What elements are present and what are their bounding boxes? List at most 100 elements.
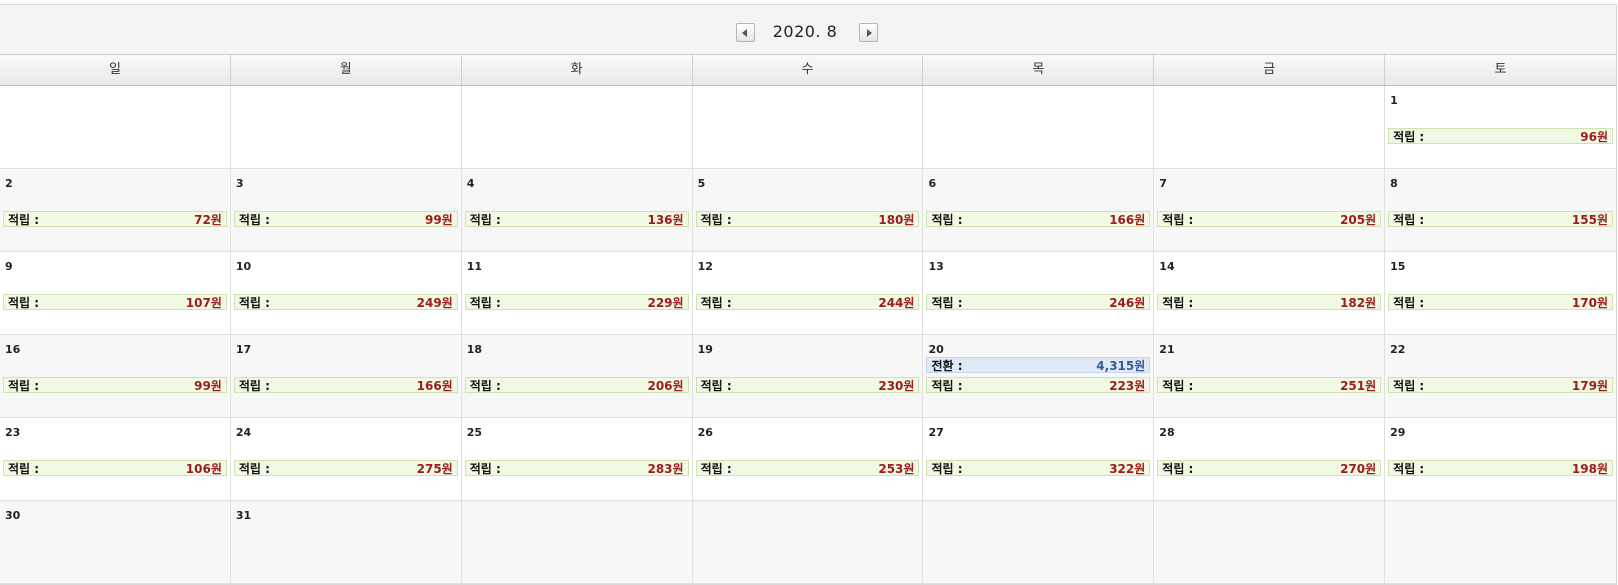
day-cell[interactable]: 8 적립 : 155원 xyxy=(1385,169,1616,251)
weekday-wed: 수 xyxy=(693,55,924,85)
accumulate-entry: 적립 : 275원 xyxy=(233,460,458,476)
month-title: 2020. 8 xyxy=(772,22,838,41)
accumulate-amount: 244원 xyxy=(878,296,915,310)
day-cell[interactable]: 7 적립 : 205원 xyxy=(1154,169,1386,251)
accumulate-label: 적립 : xyxy=(1393,379,1425,393)
accumulate-entry: 적립 : 253원 xyxy=(695,460,920,476)
day-number: 4 xyxy=(466,177,475,190)
accumulate-amount: 253원 xyxy=(878,462,915,476)
day-cell[interactable]: 14 적립 : 182원 xyxy=(1154,252,1386,334)
day-number: 6 xyxy=(928,177,937,190)
day-number: 5 xyxy=(697,177,706,190)
accumulate-amount: 251원 xyxy=(1340,379,1377,393)
accumulate-amount: 283원 xyxy=(647,462,684,476)
day-cell[interactable]: 24 적립 : 275원 xyxy=(231,418,462,500)
day-cell[interactable]: 10 적립 : 249원 xyxy=(231,252,462,334)
day-cell[interactable] xyxy=(0,86,231,168)
accumulate-entry: 적립 : 136원 xyxy=(464,211,689,227)
day-cell[interactable]: 11 적립 : 229원 xyxy=(462,252,693,334)
accumulate-entry: 적립 : 251원 xyxy=(1157,377,1382,393)
day-cell[interactable]: 6 적립 : 166원 xyxy=(923,169,1155,251)
accumulate-amount: 249원 xyxy=(416,296,453,310)
day-cell[interactable] xyxy=(1154,86,1386,168)
accumulate-entry: 적립 : 99원 xyxy=(233,211,458,227)
accumulate-amount: 72원 xyxy=(194,213,222,227)
day-number: 27 xyxy=(928,426,944,439)
day-number: 13 xyxy=(928,260,944,273)
day-cell[interactable]: 9 적립 : 107원 xyxy=(0,252,231,334)
accumulate-label: 적립 : xyxy=(1393,213,1425,227)
day-cell[interactable] xyxy=(462,501,693,583)
day-cell[interactable] xyxy=(1385,501,1616,583)
accumulate-label: 적립 : xyxy=(238,462,270,476)
accumulate-amount: 107원 xyxy=(185,296,222,310)
accumulate-entry: 적립 : 107원 xyxy=(3,294,227,310)
day-cell[interactable]: 13 적립 : 246원 xyxy=(923,252,1155,334)
day-number: 7 xyxy=(1159,177,1167,190)
day-cell[interactable]: 20 전환 : 4,315원 적립 : 223원 xyxy=(923,335,1155,417)
accumulate-amount: 198원 xyxy=(1571,462,1609,476)
day-cell[interactable]: 18 적립 : 206원 xyxy=(462,335,693,417)
day-cell[interactable] xyxy=(693,501,924,583)
day-cell[interactable] xyxy=(923,86,1155,168)
convert-amount: 4,315원 xyxy=(1096,359,1146,373)
day-cell[interactable]: 19 적립 : 230원 xyxy=(693,335,924,417)
accumulate-amount: 179원 xyxy=(1571,379,1609,393)
day-cell[interactable]: 25 적립 : 283원 xyxy=(462,418,693,500)
accumulate-entry: 적립 : 179원 xyxy=(1388,377,1614,393)
day-cell[interactable]: 30 xyxy=(0,501,231,583)
accumulate-label: 적립 : xyxy=(700,462,732,476)
day-number: 9 xyxy=(5,260,13,273)
day-cell[interactable]: 17 적립 : 166원 xyxy=(231,335,462,417)
accumulate-amount: 170원 xyxy=(1571,296,1609,310)
day-cell[interactable]: 16 적립 : 99원 xyxy=(0,335,231,417)
week-row: 1 적립 : 96원 xyxy=(0,86,1616,169)
accumulate-amount: 166원 xyxy=(1109,213,1146,227)
accumulate-entry: 적립 : 246원 xyxy=(926,294,1151,310)
accumulate-label: 적립 : xyxy=(469,213,501,227)
day-cell[interactable]: 29 적립 : 198원 xyxy=(1385,418,1616,500)
day-cell[interactable]: 1 적립 : 96원 xyxy=(1385,86,1616,168)
day-cell[interactable] xyxy=(923,501,1155,583)
day-cell[interactable]: 31 xyxy=(231,501,462,583)
day-cell[interactable] xyxy=(1154,501,1386,583)
day-cell[interactable]: 4 적립 : 136원 xyxy=(462,169,693,251)
day-cell[interactable]: 26 적립 : 253원 xyxy=(693,418,924,500)
next-month-button[interactable] xyxy=(859,23,878,42)
day-cell[interactable]: 22 적립 : 179원 xyxy=(1385,335,1616,417)
accumulate-label: 적립 : xyxy=(238,213,270,227)
day-cell[interactable]: 28 적립 : 270원 xyxy=(1154,418,1386,500)
accumulate-label: 적립 : xyxy=(1162,379,1194,393)
day-cell[interactable]: 23 적립 : 106원 xyxy=(0,418,231,500)
day-number: 16 xyxy=(5,343,21,356)
day-cell[interactable] xyxy=(462,86,693,168)
day-cell[interactable] xyxy=(693,86,924,168)
day-cell[interactable]: 12 적립 : 244원 xyxy=(693,252,924,334)
prev-month-button[interactable] xyxy=(736,23,755,42)
day-cell[interactable]: 3 적립 : 99원 xyxy=(231,169,462,251)
accumulate-amount: 223원 xyxy=(1109,379,1146,393)
accumulate-label: 적립 : xyxy=(700,379,732,393)
accumulate-entry: 적립 : 96원 xyxy=(1388,128,1614,144)
weekday-thu: 목 xyxy=(923,55,1155,85)
accumulate-label: 적립 : xyxy=(931,296,963,310)
day-cell[interactable]: 21 적립 : 251원 xyxy=(1154,335,1386,417)
accumulate-label: 적립 : xyxy=(931,213,963,227)
day-cell[interactable]: 2 적립 : 72원 xyxy=(0,169,231,251)
accumulate-amount: 322원 xyxy=(1109,462,1146,476)
accumulate-amount: 99원 xyxy=(424,213,453,227)
accumulate-entry: 적립 : 249원 xyxy=(233,294,458,310)
calendar: 2020. 8 일 월 화 수 목 금 토 1 적립 : 96원 2 적립 : 72원 3 적… xyxy=(0,4,1617,585)
accumulate-amount: 206원 xyxy=(647,379,684,393)
accumulate-label: 적립 : xyxy=(1162,213,1194,227)
day-cell[interactable] xyxy=(231,86,462,168)
day-number: 25 xyxy=(466,426,483,439)
day-number: 28 xyxy=(1159,426,1175,439)
day-cell[interactable]: 27 적립 : 322원 xyxy=(923,418,1155,500)
accumulate-entry: 적립 : 198원 xyxy=(1388,460,1614,476)
accumulate-amount: 229원 xyxy=(647,296,684,310)
day-cell[interactable]: 5 적립 : 180원 xyxy=(693,169,924,251)
day-cell[interactable]: 15 적립 : 170원 xyxy=(1385,252,1616,334)
day-number: 23 xyxy=(5,426,21,439)
accumulate-entry: 적립 : 170원 xyxy=(1388,294,1614,310)
